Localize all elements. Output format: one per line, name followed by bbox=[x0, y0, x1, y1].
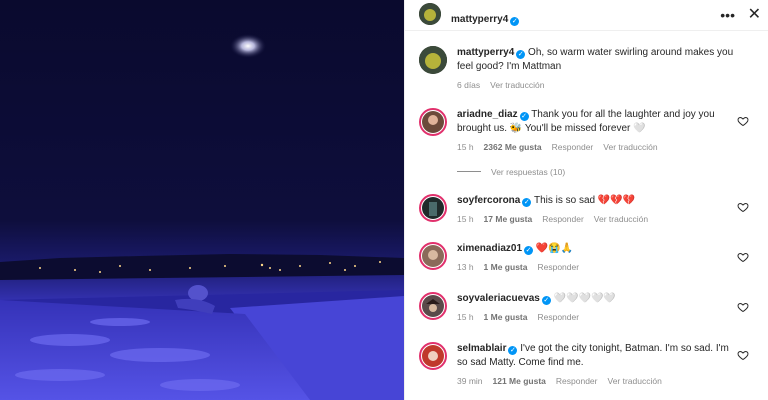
avatar-image bbox=[422, 295, 444, 317]
verified-badge-icon: ✓ bbox=[522, 198, 532, 207]
post-photo bbox=[0, 0, 404, 400]
verified-badge-icon: ✓ bbox=[508, 346, 518, 355]
avatar-image bbox=[422, 197, 444, 219]
comment-avatar[interactable] bbox=[419, 292, 447, 320]
caption-avatar[interactable] bbox=[419, 46, 447, 74]
comment-text: This is so sad 💔💔💔 bbox=[533, 195, 636, 206]
heart-icon[interactable] bbox=[737, 201, 749, 213]
night-pool-image bbox=[0, 34, 404, 400]
comment-username[interactable]: ariadne_diaz bbox=[457, 109, 518, 120]
comment-time: 15 h bbox=[457, 312, 474, 322]
verified-badge-icon: ✓ bbox=[519, 112, 529, 121]
caption-age: 6 días bbox=[457, 80, 481, 90]
avatar-image bbox=[422, 245, 444, 267]
post-header: mattyperry4 ✓ ••• ✕ bbox=[405, 0, 768, 31]
close-icon[interactable]: ✕ bbox=[748, 4, 761, 24]
comment-username[interactable]: soyvaleriacuevas bbox=[457, 293, 540, 304]
verified-badge-icon: ✓ bbox=[524, 246, 534, 255]
translate-link[interactable]: Ver traducción bbox=[603, 142, 657, 152]
reply-link[interactable]: Responder bbox=[542, 214, 584, 224]
comments-panel: mattyperry4 ✓ ••• ✕ mattyperry4 ✓ Oh, so w… bbox=[404, 0, 768, 400]
comment-avatar[interactable] bbox=[419, 108, 447, 136]
comment-time: 15 h bbox=[457, 142, 474, 152]
verified-badge-icon: ✓ bbox=[510, 17, 520, 26]
avatar-image bbox=[422, 111, 444, 133]
comment-username[interactable]: soyfercorona bbox=[457, 195, 520, 206]
heart-icon[interactable] bbox=[737, 115, 749, 127]
heart-icon[interactable] bbox=[737, 251, 749, 263]
comment-username[interactable]: selmablair bbox=[457, 343, 506, 354]
comment-avatar[interactable] bbox=[419, 194, 447, 222]
reply-link[interactable]: Responder bbox=[552, 142, 594, 152]
translate-link[interactable]: Ver traducción bbox=[608, 376, 662, 386]
comment-avatar[interactable] bbox=[419, 242, 447, 270]
verified-badge-icon: ✓ bbox=[516, 50, 526, 59]
comment-text: ❤️😭🙏 bbox=[535, 243, 574, 254]
comment-username[interactable]: ximenadiaz01 bbox=[457, 243, 522, 254]
reply-link[interactable]: Responder bbox=[556, 376, 598, 386]
avatar-image bbox=[419, 3, 441, 25]
view-replies-label: Ver respuestas (10) bbox=[491, 167, 566, 177]
caption-translate-link[interactable]: Ver traducción bbox=[490, 80, 544, 90]
comment-time: 15 h bbox=[457, 214, 474, 224]
author-username[interactable]: mattyperry4 bbox=[451, 14, 508, 25]
view-replies-link[interactable]: Ver respuestas (10) bbox=[457, 167, 565, 177]
comment-time: 13 h bbox=[457, 262, 474, 272]
caption-username[interactable]: mattyperry4 bbox=[457, 47, 514, 58]
comment-likes[interactable]: 121 Me gusta bbox=[493, 376, 546, 386]
comment-likes[interactable]: 2362 Me gusta bbox=[484, 142, 542, 152]
reply-link[interactable]: Responder bbox=[537, 262, 579, 272]
verified-badge-icon: ✓ bbox=[541, 296, 551, 305]
reply-link[interactable]: Responder bbox=[537, 312, 579, 322]
translate-link[interactable]: Ver traducción bbox=[594, 214, 648, 224]
comment-time: 39 min bbox=[457, 376, 483, 386]
comment-likes[interactable]: 17 Me gusta bbox=[484, 214, 533, 224]
comment-likes[interactable]: 1 Me gusta bbox=[484, 262, 528, 272]
comment-likes[interactable]: 1 Me gusta bbox=[484, 312, 528, 322]
avatar-image bbox=[422, 345, 444, 367]
more-dots-icon[interactable]: ••• bbox=[720, 7, 735, 23]
comment-text: 🤍🤍🤍🤍🤍 bbox=[553, 293, 616, 304]
heart-icon[interactable] bbox=[737, 349, 749, 361]
heart-icon[interactable] bbox=[737, 301, 749, 313]
author-avatar[interactable] bbox=[419, 3, 441, 25]
avatar-image bbox=[419, 46, 447, 74]
comment-avatar[interactable] bbox=[419, 342, 447, 370]
